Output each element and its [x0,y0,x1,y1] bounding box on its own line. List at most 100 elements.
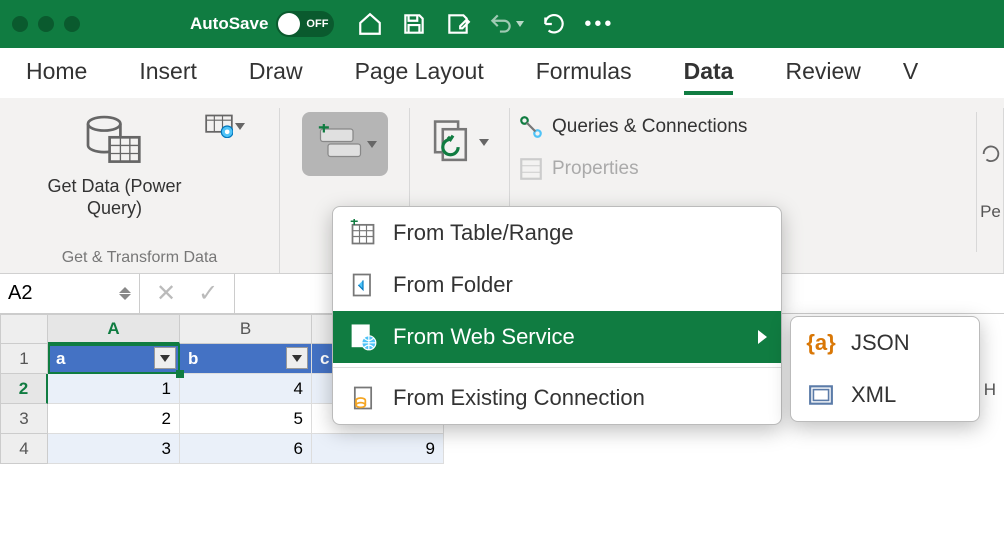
col-header-a[interactable]: A [48,314,180,344]
chevron-down-icon[interactable] [119,294,131,300]
tab-insert[interactable]: Insert [139,58,197,89]
cell-c4[interactable]: 9 [312,434,444,464]
ribbon-edge-button[interactable]: Pe [976,112,1004,252]
zoom-window-button[interactable] [64,16,80,32]
table-icon: + [347,217,379,249]
name-box[interactable]: A2 [0,274,140,313]
chevron-down-icon [367,141,377,148]
col-header-b[interactable]: B [180,314,312,344]
close-window-button[interactable] [12,16,28,32]
folder-icon [347,269,379,301]
table-header-a-label: a [56,349,65,369]
autosave-control[interactable]: AutoSave OFF [190,11,334,37]
tab-review[interactable]: Review [785,58,860,89]
tab-formulas[interactable]: Formulas [536,58,632,89]
web-icon [347,321,379,353]
xml-icon [805,379,837,411]
properties-label: Properties [552,158,639,180]
col-header-h[interactable]: H [984,380,996,400]
row-header-3[interactable]: 3 [0,404,48,434]
selection-handle[interactable] [176,370,184,378]
queries-connections-button[interactable]: Queries & Connections [518,110,747,144]
ribbon-tabs: Home Insert Draw Page Layout Formulas Da… [0,48,1004,98]
autosave-state: OFF [306,18,328,30]
menu-from-table-range[interactable]: + From Table/Range [333,207,781,259]
chevron-down-icon[interactable] [516,21,524,27]
menu-label: From Existing Connection [393,385,645,411]
edge-label: Pe [980,202,1001,222]
menu-from-existing-connection[interactable]: From Existing Connection [333,372,781,424]
submenu-arrow-icon [758,330,767,344]
tab-data[interactable]: Data [684,58,734,89]
chevron-up-icon[interactable] [119,287,131,293]
menu-separator [333,367,781,368]
tab-view-cut[interactable]: V [903,58,918,89]
menu-json[interactable]: {a} JSON [791,317,979,369]
ribbon-group-get-transform: Get Data (Power Query) Get & Transform D… [0,108,280,273]
web-service-submenu: {a} JSON XML [790,316,980,422]
chevron-down-icon [235,123,245,130]
table-header-b[interactable]: b [180,344,312,374]
autosave-toggle[interactable]: OFF [276,11,334,37]
table-header-b-label: b [188,349,198,369]
row-header-4[interactable]: 4 [0,434,48,464]
cell-a2[interactable]: 1 [48,374,180,404]
from-picture-button[interactable] [205,110,245,142]
row-header-2[interactable]: 2 [0,374,48,404]
menu-label: XML [851,382,896,408]
properties-icon [518,156,544,182]
menu-from-folder[interactable]: From Folder [333,259,781,311]
json-icon: {a} [805,327,837,359]
menu-label: From Web Service [393,324,575,350]
properties-button: Properties [518,152,747,186]
group-title: Get & Transform Data [62,243,218,273]
table-header-c-label: c [320,349,329,369]
get-data-dropdown-active[interactable]: + [302,112,388,176]
connections-icon [518,114,544,140]
titlebar: AutoSave OFF ••• [0,0,1004,48]
table-header-a[interactable]: a [48,344,180,374]
cell-a3[interactable]: 2 [48,404,180,434]
cell-b2[interactable]: 4 [180,374,312,404]
chevron-down-icon [160,355,170,362]
row-header-1[interactable]: 1 [0,344,48,374]
svg-text:+: + [318,124,330,139]
get-data-label: Get Data (Power Query) [35,176,195,219]
menu-from-web-service[interactable]: From Web Service [333,311,781,363]
document-icon [347,382,379,414]
redo-icon[interactable] [540,10,568,38]
menu-label: JSON [851,330,910,356]
quick-access-toolbar: ••• [356,10,614,38]
chevron-down-icon [292,355,302,362]
minimize-window-button[interactable] [38,16,54,32]
accept-icon[interactable]: ✓ [198,279,218,308]
filter-button[interactable] [286,347,308,369]
cell-b4[interactable]: 6 [180,434,312,464]
autosave-label: AutoSave [190,14,268,34]
queries-connections-label: Queries & Connections [552,116,747,138]
select-all-corner[interactable] [0,314,48,344]
save-edit-icon[interactable] [444,10,472,38]
tab-page-layout[interactable]: Page Layout [355,58,484,89]
database-icon [70,108,160,172]
more-icon[interactable]: ••• [584,13,614,36]
tab-draw[interactable]: Draw [249,58,303,89]
name-box-value: A2 [8,282,32,305]
cancel-icon[interactable]: ✕ [156,279,176,308]
save-icon[interactable] [400,10,428,38]
formula-bar-buttons: ✕ ✓ [140,274,235,313]
toggle-knob [278,13,300,35]
menu-xml[interactable]: XML [791,369,979,421]
menu-label: From Folder [393,272,513,298]
cell-b3[interactable]: 5 [180,404,312,434]
chevron-down-icon [479,139,489,146]
cell-a4[interactable]: 3 [48,434,180,464]
home-icon[interactable] [356,10,384,38]
filter-button[interactable] [154,347,176,369]
window-controls [12,16,80,32]
refresh-all-button[interactable] [428,114,492,170]
name-box-steppers[interactable] [119,287,131,300]
undo-button[interactable] [488,11,524,37]
get-data-button[interactable]: Get Data (Power Query) [35,108,195,219]
tab-home[interactable]: Home [26,58,87,89]
